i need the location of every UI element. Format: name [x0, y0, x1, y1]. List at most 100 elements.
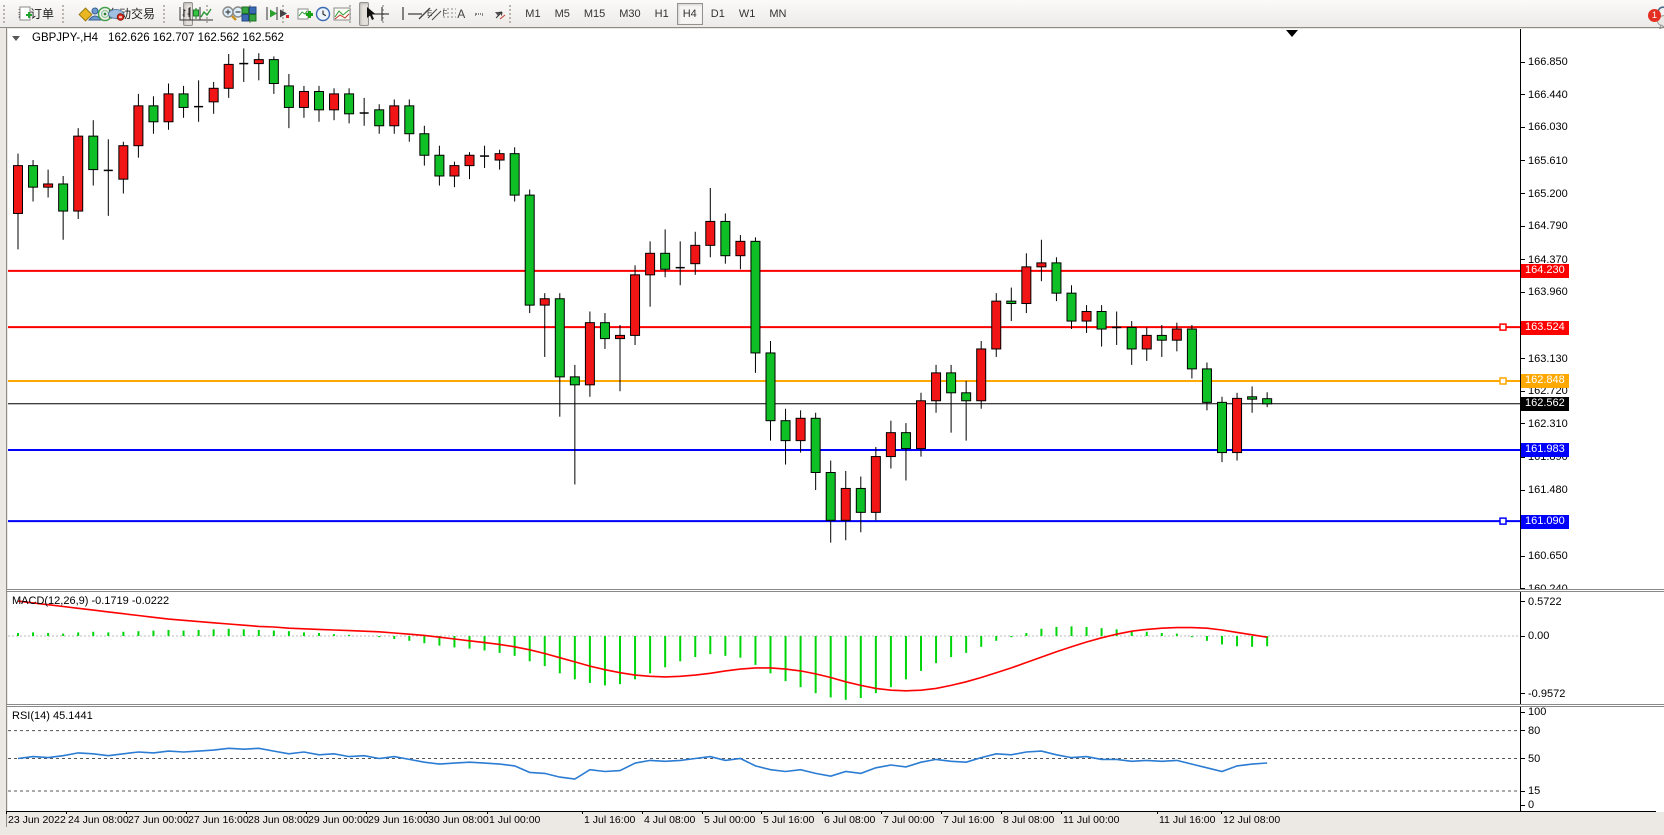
- time-axis[interactable]: 23 Jun 202224 Jun 08:0027 Jun 00:0027 Ju…: [0, 813, 1664, 827]
- candle-body: [1233, 398, 1242, 452]
- arrows-tool-icon: [493, 7, 508, 21]
- new-order-button[interactable]: 新订单: [13, 2, 59, 26]
- window-bottom-strip: [0, 827, 1664, 835]
- price-tick: 166.440: [1521, 88, 1568, 101]
- candle-body: [495, 154, 504, 160]
- price-tick: 165.610: [1521, 154, 1568, 167]
- candle-body: [600, 323, 609, 339]
- candle-body: [932, 373, 941, 401]
- candle-body: [179, 94, 188, 108]
- macd-pane[interactable]: [8, 592, 1520, 705]
- chart-ohlc-values: 162.626 162.707 162.562 162.562: [108, 32, 284, 44]
- price-line-label: 162.848: [1521, 374, 1569, 388]
- text-label-tool-button[interactable]: [470, 2, 488, 26]
- indicators-button[interactable]: [292, 2, 310, 26]
- time-axis-border: [7, 811, 1656, 812]
- macd-indicator-label: MACD(12,26,9) -0.1719 -0.0222: [12, 595, 169, 607]
- candle-body: [59, 184, 68, 211]
- chart-symbol-period: GBPJPY-,H4: [32, 32, 98, 44]
- candle-body: [74, 136, 83, 211]
- candle-body: [721, 221, 730, 255]
- auto-scroll-button[interactable]: [259, 2, 269, 26]
- time-tick: [66, 811, 67, 814]
- time-label: 24 Jun 08:00: [68, 814, 129, 826]
- price-line-label: 161.983: [1521, 443, 1569, 457]
- hline-handle[interactable]: [1500, 324, 1506, 330]
- time-label: 5 Jul 16:00: [763, 814, 814, 826]
- auto-trading-button[interactable]: 自动交易: [102, 2, 160, 26]
- time-label: 11 Jul 00:00: [1063, 814, 1119, 826]
- timeframe-M5[interactable]: M5: [549, 3, 576, 25]
- crosshair-icon: [374, 6, 390, 22]
- rsi-tick: 0: [1521, 799, 1534, 812]
- timeframe-M30[interactable]: M30: [613, 3, 646, 25]
- time-label: 12 Jul 08:00: [1223, 814, 1280, 826]
- timeframe-W1[interactable]: W1: [733, 3, 762, 25]
- time-label: 1 Jul 00:00: [489, 814, 540, 826]
- time-tick: [761, 811, 762, 814]
- auto-trading-icon: [107, 6, 125, 21]
- candle-body: [525, 195, 534, 305]
- candle-body: [661, 253, 670, 269]
- price-tick: 163.130: [1521, 352, 1568, 365]
- text-label-icon: [475, 13, 483, 15]
- bar-chart-button[interactable]: [173, 2, 183, 26]
- candle-body: [1037, 263, 1046, 267]
- time-label: 1 Jul 16:00: [584, 814, 635, 826]
- candle-body: [901, 433, 910, 449]
- arrows-tool-button[interactable]: [488, 2, 506, 26]
- time-label: 27 Jun 16:00: [188, 814, 249, 826]
- candle-body: [420, 134, 429, 156]
- candle-body: [826, 473, 835, 521]
- candle-body: [540, 299, 549, 305]
- chat-badge: 1: [1648, 9, 1661, 22]
- hline-handle[interactable]: [1500, 518, 1506, 524]
- timeframe-D1[interactable]: D1: [705, 3, 731, 25]
- pane-splitter-rsi[interactable]: [7, 704, 1664, 707]
- candle-body: [736, 241, 745, 255]
- candle-body: [917, 401, 926, 449]
- time-tick: [306, 811, 307, 814]
- toolbar-grip: [62, 5, 67, 23]
- price-tick: 166.850: [1521, 56, 1568, 69]
- timeframe-H4[interactable]: H4: [677, 3, 703, 25]
- rsi-indicator-label: RSI(14) 45.1441: [12, 710, 93, 722]
- cursor-tool-button[interactable]: [359, 2, 369, 26]
- timeframe-H1[interactable]: H1: [649, 3, 675, 25]
- rsi-pane[interactable]: [8, 707, 1520, 812]
- timeframe-M15[interactable]: M15: [578, 3, 611, 25]
- market-watch-button[interactable]: [72, 2, 82, 26]
- zoom-in-button[interactable]: [216, 2, 226, 26]
- one-click-collapse-icon[interactable]: [12, 36, 20, 41]
- chart-shift-marker[interactable]: [1286, 30, 1298, 37]
- pane-splitter-macd[interactable]: [7, 589, 1664, 592]
- candle-body: [1142, 335, 1151, 349]
- equidistant-channel-icon: [427, 6, 442, 21]
- price-axis[interactable]: 166.850166.440166.030165.610165.200164.7…: [1521, 29, 1664, 812]
- candle-body: [510, 154, 519, 195]
- time-tick: [881, 811, 882, 814]
- rsi-tick: 50: [1521, 752, 1540, 765]
- price-tick: 166.030: [1521, 121, 1568, 134]
- candle-body: [1067, 293, 1076, 321]
- candle-body: [886, 433, 895, 457]
- candle-body: [992, 301, 1001, 349]
- candle-body: [555, 299, 564, 377]
- chart-frame-top: [0, 27, 1664, 28]
- candle-body: [977, 349, 986, 401]
- candle-body: [1022, 267, 1031, 304]
- price-chart-pane[interactable]: [8, 30, 1520, 590]
- time-tick: [487, 811, 488, 814]
- candle-body: [450, 166, 459, 176]
- timeframe-M1[interactable]: M1: [519, 3, 546, 25]
- candle-doji: [360, 112, 369, 114]
- vertical-line-tool-button[interactable]: [392, 2, 402, 26]
- toolbar-grip: [3, 5, 8, 23]
- timeframe-MN[interactable]: MN: [763, 3, 792, 25]
- candle-doji: [480, 155, 489, 157]
- hline-handle[interactable]: [1500, 378, 1506, 384]
- candle-body: [856, 488, 865, 512]
- time-tick: [582, 811, 583, 814]
- candle-body: [1218, 402, 1227, 452]
- candle-body: [751, 241, 760, 353]
